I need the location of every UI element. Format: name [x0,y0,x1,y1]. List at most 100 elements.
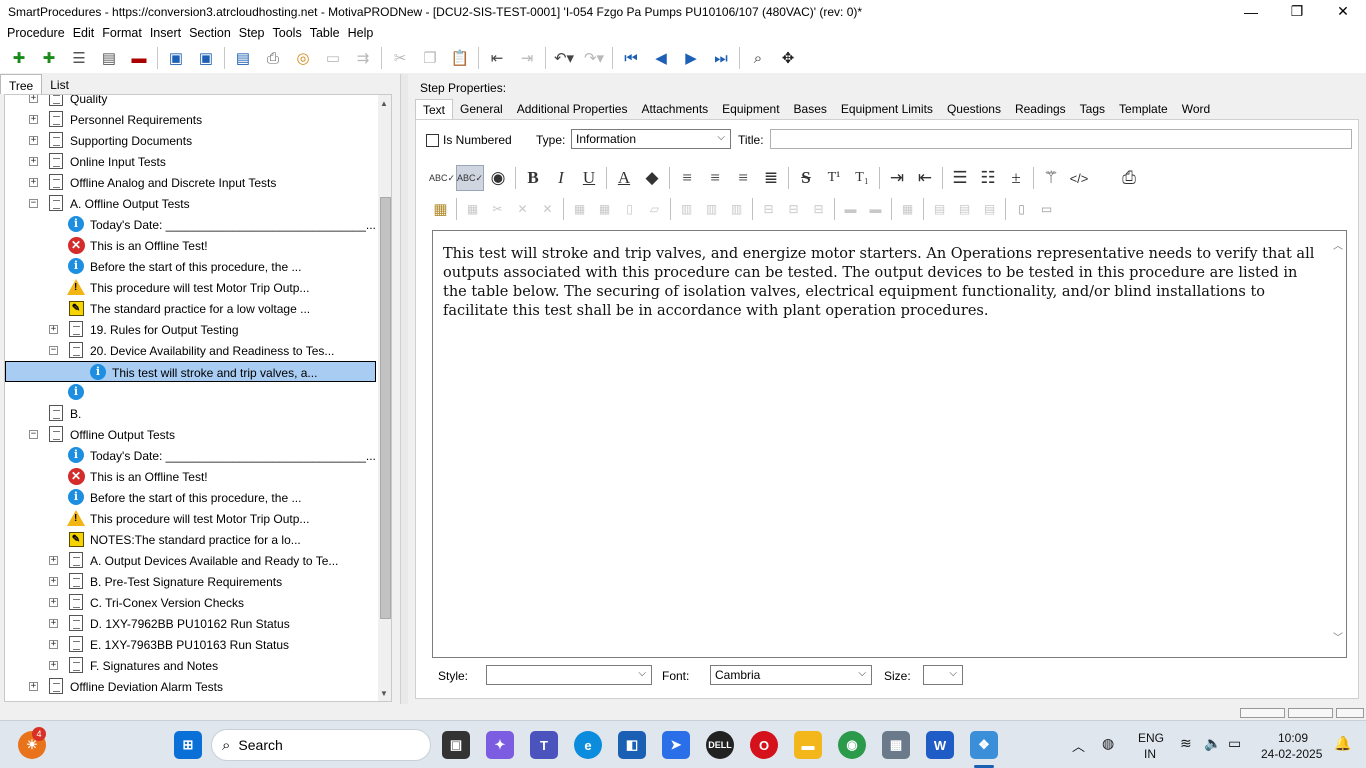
word-icon[interactable]: W [926,731,954,759]
outdent-icon[interactable]: ⇤ [911,165,939,191]
align-center-icon[interactable]: ≡ [701,165,729,191]
tree-item[interactable]: + Online Input Tests [5,151,375,173]
network-status-icon[interactable]: ◍ [1102,735,1114,752]
insert-row-below-icon[interactable]: ⊟ [781,198,806,220]
app-icon[interactable]: ▦ [882,731,910,759]
chrome-icon[interactable]: ◉ [838,731,866,759]
align-top-icon[interactable]: ▤ [927,198,952,220]
teams-icon[interactable]: T [530,731,558,759]
align-left-icon[interactable]: ≡ [673,165,701,191]
properties-icon[interactable]: ▤ [94,45,124,71]
minimize-button[interactable]: — [1228,0,1274,23]
move-icon[interactable]: ✥ [773,45,803,71]
expand-icon[interactable]: + [29,136,38,145]
subscript-button[interactable]: T₁ [848,165,876,191]
spellcheck-icon[interactable]: ABC✓ [428,165,456,191]
numbered-list-icon[interactable]: ☷ [974,165,1002,191]
spellcheck-auto-icon[interactable]: ABC✓ [456,165,484,191]
language-indicator[interactable]: ENG [1138,731,1164,745]
insert-row-above-icon[interactable]: ⊟ [756,198,781,220]
bullet-list-icon[interactable]: ☰ [946,165,974,191]
tab-equipment-limits[interactable]: Equipment Limits [834,99,940,119]
tree-item[interactable]: i This test will stroke and trip valves, … [5,361,376,382]
tree-item[interactable]: + E. 1XY-7963BB PU10163 Run Status [5,634,375,656]
first-icon[interactable]: ⏮ [616,45,646,71]
expand-icon[interactable]: + [29,157,38,166]
menu-procedure[interactable]: Procedure [3,26,69,40]
smartprocedures-icon[interactable]: ❖ [970,731,998,759]
tab-equipment[interactable]: Equipment [715,99,786,119]
maximize-button[interactable]: ❐ [1274,0,1320,23]
previous-icon[interactable]: ◀ [646,45,676,71]
collapse-icon[interactable]: − [29,430,38,439]
tab-list[interactable]: List [42,74,77,94]
insert-column-left-icon[interactable]: ▥ [674,198,699,220]
expand-icon[interactable]: + [29,682,38,691]
font-select[interactable]: Cambria ⌵ [710,665,872,685]
tree-item[interactable]: ✎ NOTES:The standard practice for a lo... [5,529,375,550]
collapse-icon[interactable]: − [49,346,58,355]
tree-item[interactable]: B. [5,403,375,425]
window-icon[interactable]: ▭ [318,45,348,71]
magic-wand-icon[interactable]: ⚚ [1037,165,1065,191]
insert-table-icon[interactable]: ▦ [428,198,453,220]
menu-step[interactable]: Step [235,26,269,40]
save-icon[interactable]: ▣ [191,45,221,71]
menu-insert[interactable]: Insert [146,26,185,40]
menu-help[interactable]: Help [344,26,378,40]
cut-icon[interactable]: ✂ [385,45,415,71]
html-source-button[interactable]: </> [1065,165,1093,191]
find-icon[interactable]: ⌕ [743,45,773,71]
indent-icon[interactable]: ⇥ [883,165,911,191]
list-icon[interactable]: ☰ [64,45,94,71]
close-button[interactable]: ✕ [1320,0,1366,23]
tree-item[interactable]: i Today's Date: _________________________… [5,445,376,466]
menu-tools[interactable]: Tools [269,26,306,40]
title-input[interactable] [770,129,1352,149]
tab-bases[interactable]: Bases [787,99,834,119]
split-horizontal-icon[interactable]: ▦ [895,198,920,220]
insert-column-right-icon[interactable]: ▥ [699,198,724,220]
undo-icon[interactable]: ↶▾ [549,45,579,71]
expand-icon[interactable]: + [29,178,38,187]
superscript-button[interactable]: T¹ [820,165,848,191]
tree-item[interactable]: ✕ This is an Offline Test! [5,235,375,256]
start-icon[interactable]: ⊞ [174,731,202,759]
tree-item[interactable]: + Personnel Requirements [5,109,375,131]
print-icon[interactable]: ⎙ [258,45,288,71]
column-width-icon[interactable]: ▬ [863,198,888,220]
shading-icon[interactable]: ▱ [642,198,667,220]
align-middle-icon[interactable]: ▤ [952,198,977,220]
redo-icon[interactable]: ↷▾ [579,45,609,71]
tree-item[interactable]: + Supporting Documents [5,130,375,152]
record-icon[interactable]: ◉ [484,165,512,191]
tree-item[interactable]: − A. Offline Output Tests [5,193,375,215]
delete-row-icon[interactable]: ✕ [510,198,535,220]
scroll-up-icon[interactable]: ︿ [1333,237,1343,252]
sync-icon[interactable]: ◎ [288,45,318,71]
strikethrough-button[interactable]: S [792,165,820,191]
save-all-icon[interactable]: ▣ [161,45,191,71]
chevron-up-icon[interactable]: ︿ [1072,736,1085,755]
tree-item[interactable]: i Before the start of this procedure, the… [5,256,375,277]
step-text-editor[interactable]: This test will stroke and trip valves, a… [432,230,1347,658]
tree-item[interactable]: i Today's Date: _________________________… [5,214,376,235]
split-cells-icon[interactable]: ▦ [592,198,617,220]
cell-properties-icon[interactable]: ✂ [485,198,510,220]
taskbar-search[interactable]: ⌕ Search [211,729,431,761]
tab-questions[interactable]: Questions [940,99,1008,119]
bold-button[interactable]: B [519,165,547,191]
last-icon[interactable]: ⏭ [706,45,736,71]
merge-cells-icon[interactable]: ▦ [567,198,592,220]
forward-icon[interactable]: ⇉ [348,45,378,71]
insert-line-icon[interactable]: ± [1002,165,1030,191]
add-icon[interactable]: ✚ [4,45,34,71]
tab-tree[interactable]: Tree [0,74,43,94]
tab-text[interactable]: Text [415,99,454,119]
print-icon[interactable]: ⎙ [1115,165,1143,191]
tree-item[interactable]: + Offline Deviation Alarm Tests [5,676,375,698]
tree-item[interactable]: i [5,382,375,403]
tree-item[interactable]: + B. Pre-Test Signature Requirements [5,571,375,593]
is-numbered-checkbox[interactable] [426,133,439,147]
delete-icon[interactable]: ▬ [124,45,154,71]
